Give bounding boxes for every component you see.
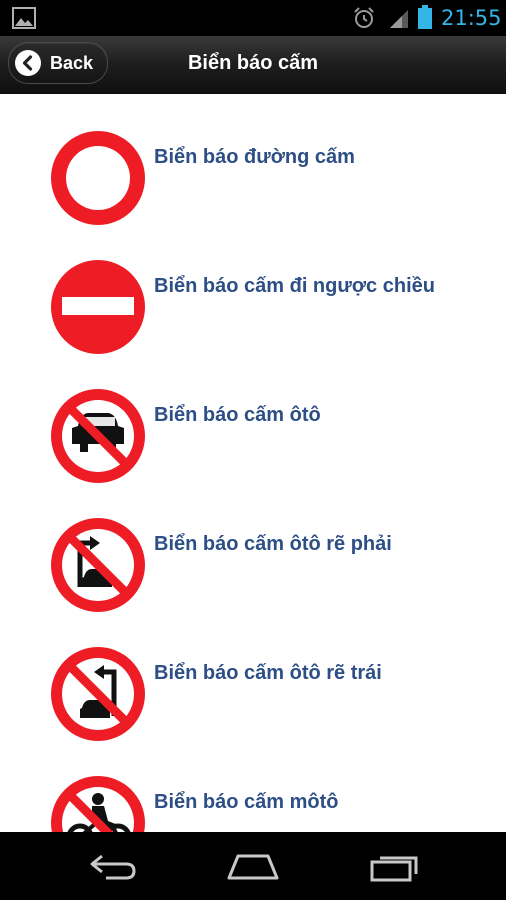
recents-nav-icon[interactable]	[368, 850, 422, 886]
navigation-bar	[0, 832, 506, 900]
list-item-label: Biển báo đường cấm	[154, 146, 355, 168]
list-item[interactable]: Biển báo đường cấm	[0, 94, 506, 225]
no-right-turn-cars-sign-icon	[48, 515, 148, 615]
list-item-label: Biển báo cấm ôtô rẽ trái	[154, 662, 382, 684]
back-nav-icon[interactable]	[86, 850, 138, 886]
action-bar: Back Biển báo cấm	[0, 36, 506, 95]
list-item[interactable]: Biển báo cấm môtô	[0, 739, 506, 832]
list-item[interactable]: Biển báo cấm ôtô rẽ phải	[0, 481, 506, 612]
no-motorcycles-sign-icon	[48, 773, 148, 832]
no-left-turn-cars-sign-icon	[48, 644, 148, 744]
sign-list[interactable]: Biển báo đường cấm Biển báo cấm đi ngược…	[0, 94, 506, 832]
no-entry-ring-sign-icon	[48, 128, 148, 228]
home-nav-icon[interactable]	[226, 850, 280, 886]
no-entry-bar-sign-icon	[48, 257, 148, 357]
list-item-label: Biển báo cấm đi ngược chiều	[154, 275, 435, 297]
list-item[interactable]: Biển báo cấm ôtô rẽ trái	[0, 610, 506, 741]
status-bar: 21:55	[0, 0, 506, 36]
gallery-icon	[12, 7, 36, 33]
page-title: Biển báo cấm	[187, 52, 319, 74]
list-item-label: Biển báo cấm ôtô rẽ phải	[154, 533, 392, 555]
list-item-label: Biển báo cấm môtô	[154, 791, 339, 813]
list-item[interactable]: Biển báo cấm ôtô	[0, 352, 506, 483]
list-item-label: Biển báo cấm ôtô	[154, 404, 321, 426]
battery-icon	[418, 5, 432, 33]
no-cars-sign-icon	[48, 386, 148, 486]
alarm-icon	[352, 6, 376, 34]
list-item[interactable]: Biển báo cấm đi ngược chiều	[0, 223, 506, 354]
signal-icon	[388, 7, 410, 33]
status-time: 21:55	[441, 6, 502, 30]
